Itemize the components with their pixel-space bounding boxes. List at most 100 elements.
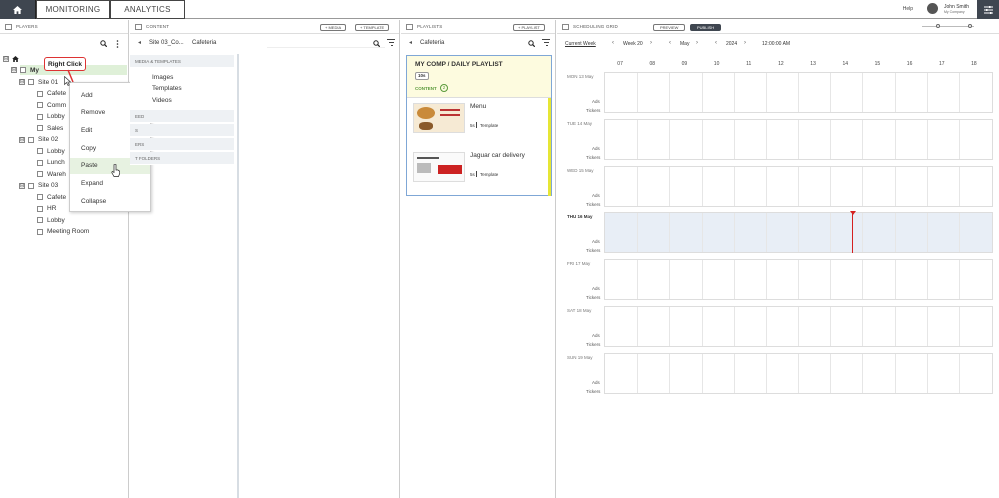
chevron-left-icon[interactable]: ◂ (409, 39, 412, 46)
tree-root-row[interactable]: ⊟ (3, 54, 19, 64)
zoom-slider-handle[interactable] (936, 24, 940, 28)
category-s[interactable]: S (130, 124, 234, 137)
chevron-left-icon[interactable]: ‹ (612, 40, 614, 46)
collapse-icon[interactable]: ⊟ (19, 79, 25, 85)
checkbox[interactable] (37, 159, 43, 166)
chevron-left-icon[interactable]: ‹ (669, 40, 671, 46)
row-label-ads: Ads (592, 239, 600, 245)
more-options-icon[interactable] (116, 40, 119, 48)
tree-room-row[interactable]: Cafete (37, 89, 66, 99)
breadcrumb-site[interactable]: Site 03_Co... (149, 40, 184, 46)
breadcrumb-room[interactable]: Cafeteria (192, 40, 216, 46)
grid-line (798, 260, 799, 300)
row-label-tickers: Tickers (586, 201, 601, 207)
day-row[interactable] (604, 165, 993, 207)
checkbox[interactable] (28, 182, 34, 189)
players-title: PLAYERS (16, 24, 38, 29)
checkbox[interactable] (28, 79, 34, 85)
tree-room-row[interactable]: Cafete (37, 192, 66, 202)
chevron-left-icon[interactable]: ◂ (138, 39, 141, 46)
playlist-item[interactable]: Menu 5s Template (413, 100, 551, 145)
category-folders[interactable]: T FOLDERS (130, 152, 234, 165)
site-label: Site 02 (38, 136, 59, 143)
day-row[interactable] (604, 212, 993, 254)
tree-site-row[interactable]: ⊟ Site 02 (19, 135, 58, 145)
playlist-item[interactable]: Jaguar car delivery 5s Template (413, 149, 551, 194)
category-media-templates[interactable]: MEDIA & TEMPLATES (130, 55, 234, 68)
grid-line (958, 213, 960, 253)
tab-monitoring[interactable]: MONITORING (36, 0, 110, 19)
search-icon[interactable] (528, 40, 535, 47)
checkbox[interactable] (37, 217, 43, 223)
zoom-slider-handle[interactable] (968, 24, 972, 28)
checkbox[interactable] (37, 102, 43, 108)
grid-line (830, 166, 832, 206)
grid-line (701, 119, 703, 159)
preview-button[interactable]: PREVIEW (653, 24, 686, 31)
content-splitter[interactable] (237, 54, 239, 498)
zoom-slider[interactable] (922, 26, 974, 27)
category-ers[interactable]: ERS (130, 138, 234, 151)
filter-icon[interactable] (387, 39, 395, 46)
day-row[interactable] (604, 118, 993, 160)
checkbox[interactable] (37, 228, 43, 235)
tree-site-row[interactable]: ⊟ Site 03 (19, 181, 58, 191)
tree-site-row[interactable]: ⊟ Site 01 (19, 77, 58, 87)
checkbox[interactable] (37, 194, 43, 200)
add-media-button[interactable]: + MEDIA (320, 24, 347, 31)
tree-room-row[interactable]: Lobby (37, 215, 65, 225)
breadcrumb-room[interactable]: Cafeteria (420, 40, 444, 46)
filter-icon[interactable] (542, 39, 550, 46)
checkbox[interactable] (20, 67, 26, 73)
tree-room-row[interactable]: Lobby (37, 112, 65, 122)
checkbox[interactable] (37, 205, 43, 212)
chevron-right-icon[interactable]: › (744, 40, 746, 46)
day-row[interactable] (604, 72, 993, 113)
checkbox[interactable] (28, 136, 34, 143)
checkbox[interactable] (37, 113, 43, 120)
user-menu[interactable]: John Smith My Company (926, 3, 969, 14)
checkbox[interactable] (37, 125, 43, 131)
tree-room-row[interactable]: HR (37, 204, 56, 214)
collapse-icon[interactable]: ⊟ (11, 67, 17, 73)
home-button[interactable] (0, 0, 36, 19)
search-icon[interactable] (100, 40, 107, 47)
search-icon[interactable] (373, 40, 380, 47)
settings-button[interactable] (977, 0, 999, 19)
help-link[interactable]: Help (903, 6, 913, 12)
room-label: Cafete (47, 193, 67, 201)
year-label: 2024 (726, 41, 738, 47)
checkbox[interactable] (37, 148, 43, 154)
chevron-right-icon[interactable]: › (696, 40, 698, 46)
chevron-right-icon[interactable]: › (650, 40, 652, 46)
tab-analytics[interactable]: ANALYTICS (110, 0, 185, 19)
publish-button[interactable]: PUBLISH (690, 24, 722, 31)
sub-templates[interactable]: Templates (152, 85, 182, 92)
tree-room-row[interactable]: Sales (37, 123, 63, 133)
sub-images[interactable]: Images (152, 74, 173, 81)
collapse-icon[interactable]: ⊟ (19, 136, 25, 143)
current-week-link[interactable]: Current Week (565, 41, 596, 47)
tree-room-row[interactable]: Lobby (37, 146, 65, 156)
add-playlist-button[interactable]: + PLAYLIST (513, 24, 545, 31)
collapse-icon[interactable]: ⊟ (19, 182, 25, 189)
grid-line (894, 307, 896, 346)
row-label-ads: Ads (592, 99, 600, 104)
tree-company-row[interactable]: ⊟ My (11, 65, 39, 75)
category-feed[interactable]: EED (130, 110, 234, 123)
tree-room-row[interactable]: Comm (37, 100, 66, 110)
tree-room-row[interactable]: Meeting Room (37, 227, 89, 237)
day-row[interactable] (604, 306, 993, 347)
tree-room-row[interactable]: Lunch (37, 158, 65, 168)
chevron-left-icon[interactable]: ‹ (715, 40, 717, 46)
content-search-input[interactable] (267, 38, 385, 48)
day-row[interactable] (604, 259, 993, 301)
sub-videos[interactable]: Videos (152, 97, 172, 104)
playlist-card[interactable]: MY COMP / DAILY PLAYLIST 10s CONTENT 2 M… (406, 55, 552, 196)
tree-room-row[interactable]: Wareh (37, 169, 66, 179)
day-row[interactable] (604, 352, 993, 394)
checkbox[interactable] (37, 90, 43, 97)
collapse-icon[interactable]: ⊟ (3, 56, 9, 62)
add-template-button[interactable]: + TEMPLATE (355, 24, 390, 31)
checkbox[interactable] (37, 171, 43, 177)
